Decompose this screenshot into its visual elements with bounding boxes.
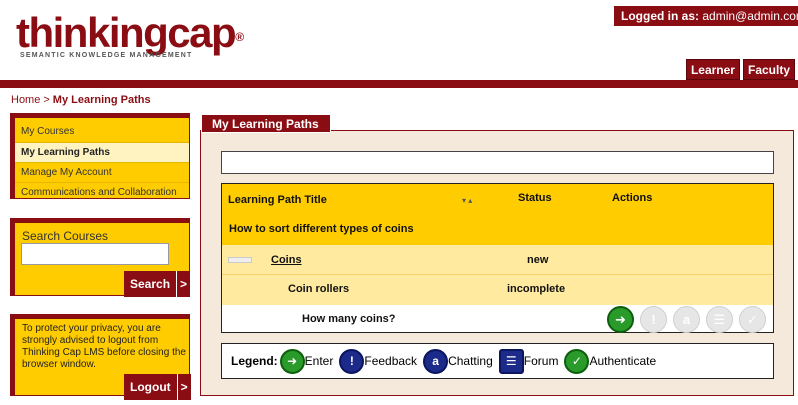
logged-in-label: Logged in as: [621,9,699,23]
sidebar-item-my-courses[interactable]: My Courses [15,122,189,142]
table-header-row: Learning Path Title ▾ ▴ Status Actions [222,184,773,212]
legend-item-enter: ➜ Enter [279,348,334,374]
breadcrumb: Home > My Learning Paths [11,94,151,106]
legend-label: Legend: [231,354,278,368]
legend-item-authenticate: ✓ Authenticate [564,348,657,374]
role-tabs: Learner Faculty [685,59,795,80]
legend-enter-label: Enter [304,354,334,368]
search-button[interactable]: Search > [124,271,191,297]
main-panel: Learning Path Title ▾ ▴ Status Actions H… [200,130,794,396]
legend-item-forum: ☰ Forum [498,348,559,374]
table-row-item: How many coins? ➜ ! a ☰ ✓ [222,305,773,333]
breadcrumb-home-link[interactable]: Home [11,94,40,106]
action-icons: ➜ ! a ☰ ✓ [607,306,766,333]
legend-feedback-label: Feedback [364,354,418,368]
logout-button[interactable]: Logout > [124,374,191,400]
learning-path-title: How to sort different types of coins [229,223,414,235]
enter-icon[interactable]: ➜ [607,306,634,333]
search-courses-input[interactable] [21,243,169,265]
legend-authenticate-label: Authenticate [589,354,657,368]
forum-icon: ☰ [706,306,733,333]
collapse-toggle[interactable] [228,257,252,263]
legend-item-chatting: a Chatting [423,348,493,374]
logo[interactable]: thinkingcap® SEMANTIC KNOWLEDGE MANAGEME… [16,9,245,60]
legend-chatting-label: Chatting [448,354,493,368]
feedback-icon: ! [640,306,667,333]
legend-forum-label: Forum [523,354,559,368]
unit-status: incomplete [507,283,566,295]
column-header-status: Status [518,192,552,204]
privacy-box: To protect your privacy, you are strongl… [10,314,191,400]
forum-icon: ☰ [498,348,524,374]
chatting-icon: a [423,348,449,374]
role-tab-learner[interactable]: Learner [685,59,740,80]
role-tab-faculty[interactable]: Faculty [742,59,795,80]
sidebar-item-communications[interactable]: Communications and Collaboration [15,182,189,202]
authenticate-icon: ✓ [564,348,590,374]
logo-registered-mark: ® [235,30,245,44]
legend: Legend: ➜ Enter ! Feedback a Chatting ☰ Foru… [221,343,774,379]
main-panel-title: My Learning Paths [201,114,331,133]
sidebar-item-my-learning-paths[interactable]: My Learning Paths [15,142,189,162]
header: thinkingcap® SEMANTIC KNOWLEDGE MANAGEME… [0,0,798,80]
arrow-right-icon: > [176,374,191,400]
search-courses-box: Search Courses Search > [10,218,191,297]
sidebar-menu: My Courses My Learning Paths Manage My A… [10,113,190,199]
breadcrumb-current: My Learning Paths [52,94,151,106]
privacy-message: To protect your privacy, you are strongl… [22,323,186,370]
logo-text: thinkingcap [16,9,237,56]
learning-paths-table: Learning Path Title ▾ ▴ Status Actions H… [221,183,774,333]
sort-icon[interactable]: ▾ ▴ [462,196,472,205]
course-link[interactable]: Coins [271,254,302,266]
column-header-title[interactable]: Learning Path Title [228,194,327,206]
table-row-learning-path: How to sort different types of coins [222,212,773,245]
feedback-icon: ! [339,348,365,374]
column-header-actions: Actions [612,192,653,204]
breadcrumb-separator: > [43,94,50,106]
arrow-right-icon: > [176,271,190,297]
legend-item-feedback: ! Feedback [339,348,418,374]
authenticate-icon: ✓ [739,306,766,333]
course-status: new [527,254,549,266]
logged-in-user: admin@admin.com [702,9,798,23]
enter-icon: ➜ [279,348,305,374]
chatting-icon: a [673,306,700,333]
message-bar [221,151,774,174]
header-divider [0,80,798,88]
item-title: How many coins? [302,313,396,325]
search-courses-label: Search Courses [22,229,109,243]
sidebar-item-manage-my-account[interactable]: Manage My Account [15,162,189,182]
table-row-unit: Coin rollers incomplete [222,275,773,305]
table-row-course: Coins new [222,245,773,275]
logout-button-label: Logout [130,380,171,394]
unit-title: Coin rollers [288,283,350,295]
search-button-label: Search [130,277,171,291]
logged-in-status: Logged in as: admin@admin.com [614,6,798,26]
